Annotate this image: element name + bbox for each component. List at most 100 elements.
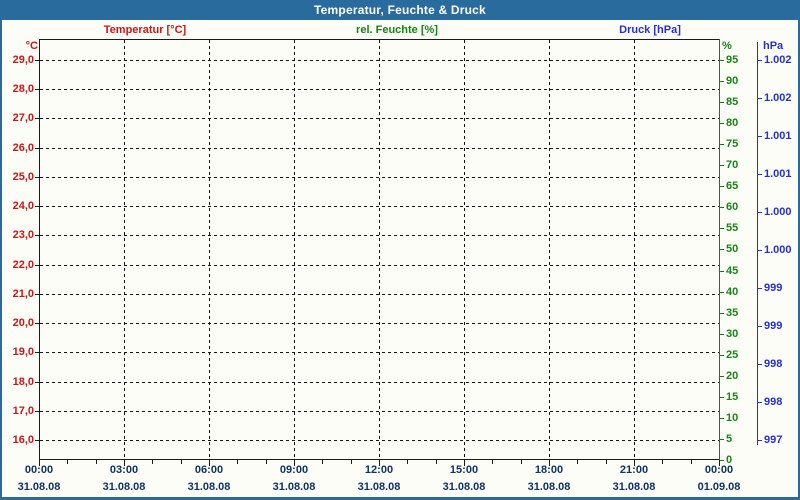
temp-axis-tick [35, 323, 39, 324]
temp-axis-tick-label: 26,0 [12, 142, 34, 154]
humidity-axis-tick-label: 60 [726, 201, 739, 213]
pressure-axis-tick [758, 212, 762, 213]
legend-pressure: Druck [hPa] [619, 24, 681, 36]
temp-axis-tick-label: 18,0 [12, 376, 34, 388]
humidity-axis-tick-label: 30 [726, 328, 739, 340]
humidity-axis-tick [720, 144, 724, 145]
time-tick-label: 12:00 [364, 464, 394, 476]
humidity-axis-tick-label: 5 [726, 433, 733, 445]
v-gridline [634, 40, 635, 459]
time-tick-label: 09:00 [279, 464, 309, 476]
temp-axis-tick-label: 16,0 [12, 434, 34, 446]
humidity-axis-tick [720, 102, 724, 103]
humidity-axis-tick [720, 355, 724, 356]
pressure-axis-tick-label: 1.002 [764, 92, 792, 104]
date-label: 31.08.08 [442, 481, 486, 493]
temp-axis-tick-label: 19,0 [12, 346, 34, 358]
humidity-axis-tick-label: 10 [726, 412, 739, 424]
humidity-axis-tick [720, 207, 724, 208]
pressure-axis-tick [758, 174, 762, 175]
pressure-axis-tick [758, 250, 762, 251]
pressure-axis-tick-label: 1.000 [764, 206, 792, 218]
humidity-axis-tick [720, 313, 724, 314]
temp-axis-tick-label: 23,0 [12, 229, 34, 241]
humidity-axis-tick-label: 45 [726, 265, 739, 277]
humidity-axis-tick-label: 25 [726, 349, 739, 361]
temp-axis-tick [35, 352, 39, 353]
pressure-axis-tick-label: 999 [764, 320, 783, 332]
humidity-axis-tick-label: 0 [726, 454, 733, 466]
window-border-left [0, 20, 2, 500]
humidity-axis-tick-label: 20 [726, 370, 739, 382]
temp-axis-tick [35, 118, 39, 119]
pressure-axis-tick-label: 998 [764, 358, 783, 370]
date-label: 31.08.08 [357, 481, 401, 493]
temp-axis-tick [35, 294, 39, 295]
temp-axis-unit: °C [25, 40, 38, 52]
temp-axis-tick [35, 265, 39, 266]
v-gridline [294, 40, 295, 459]
humidity-axis-tick [720, 418, 724, 419]
date-label: 31.08.08 [187, 481, 231, 493]
temp-axis-tick-label: 20,0 [12, 317, 34, 329]
temp-axis-tick-label: 29,0 [12, 54, 34, 66]
time-tick-label: 18:00 [534, 464, 564, 476]
humidity-axis-tick-label: 75 [726, 138, 739, 150]
pressure-axis-tick [758, 364, 762, 365]
humidity-axis-tick [720, 439, 724, 440]
humidity-axis-tick-label: 15 [726, 391, 739, 403]
pressure-axis-line [757, 42, 758, 445]
pressure-axis-tick [758, 60, 762, 61]
pressure-axis-tick-label: 997 [764, 434, 783, 446]
time-tick-label: 06:00 [194, 464, 224, 476]
time-tick-label: 00:00 [24, 464, 54, 476]
v-gridline [124, 40, 125, 459]
humidity-axis-tick [720, 228, 724, 229]
date-label: 31.08.08 [272, 481, 316, 493]
pressure-axis-tick [758, 136, 762, 137]
pressure-axis-tick [758, 402, 762, 403]
humidity-axis-tick [720, 165, 724, 166]
pressure-axis-tick-label: 1.000 [764, 244, 792, 256]
date-label: 31.08.08 [612, 481, 656, 493]
temp-axis-tick-label: 25,0 [12, 171, 34, 183]
humidity-axis-tick-label: 85 [726, 96, 739, 108]
humidity-axis-tick [720, 81, 724, 82]
date-label: 31.08.08 [17, 481, 61, 493]
v-gridline [549, 40, 550, 459]
date-label: 31.08.08 [527, 481, 571, 493]
temp-axis-tick [35, 382, 39, 383]
humidity-axis-tick-label: 55 [726, 222, 739, 234]
temp-axis-tick [35, 235, 39, 236]
humidity-axis-tick-label: 65 [726, 180, 739, 192]
window-title-bar: Temperatur, Feuchte & Druck [0, 0, 800, 20]
humidity-axis-tick [720, 460, 724, 461]
humidity-axis-tick [720, 397, 724, 398]
temp-axis-tick [35, 89, 39, 90]
temp-axis-tick [35, 411, 39, 412]
temp-axis-tick-label: 21,0 [12, 288, 34, 300]
humidity-axis-tick-label: 90 [726, 75, 739, 87]
pressure-axis-tick [758, 288, 762, 289]
temp-axis-tick [35, 148, 39, 149]
v-gridline [464, 40, 465, 459]
humidity-axis-tick [720, 249, 724, 250]
time-tick-label: 15:00 [449, 464, 479, 476]
humidity-axis-tick [720, 292, 724, 293]
humidity-axis-tick [720, 376, 724, 377]
date-label: 31.08.08 [102, 481, 146, 493]
window-title: Temperatur, Feuchte & Druck [314, 3, 486, 17]
humidity-axis-tick [720, 123, 724, 124]
humidity-axis-tick-label: 40 [726, 286, 739, 298]
weather-chart-window: Temperatur, Feuchte & Druck Temperatur [… [0, 0, 800, 500]
pressure-axis-tick-label: 1.001 [764, 168, 792, 180]
time-tick-label: 03:00 [109, 464, 139, 476]
date-label: 01.09.08 [697, 481, 741, 493]
pressure-axis-tick-label: 1.002 [764, 54, 792, 66]
humidity-axis-tick [720, 271, 724, 272]
temp-axis-tick [35, 440, 39, 441]
pressure-axis-tick [758, 440, 762, 441]
legend-humidity: rel. Feuchte [%] [356, 24, 438, 36]
temp-axis-tick [35, 177, 39, 178]
v-gridline [209, 40, 210, 459]
